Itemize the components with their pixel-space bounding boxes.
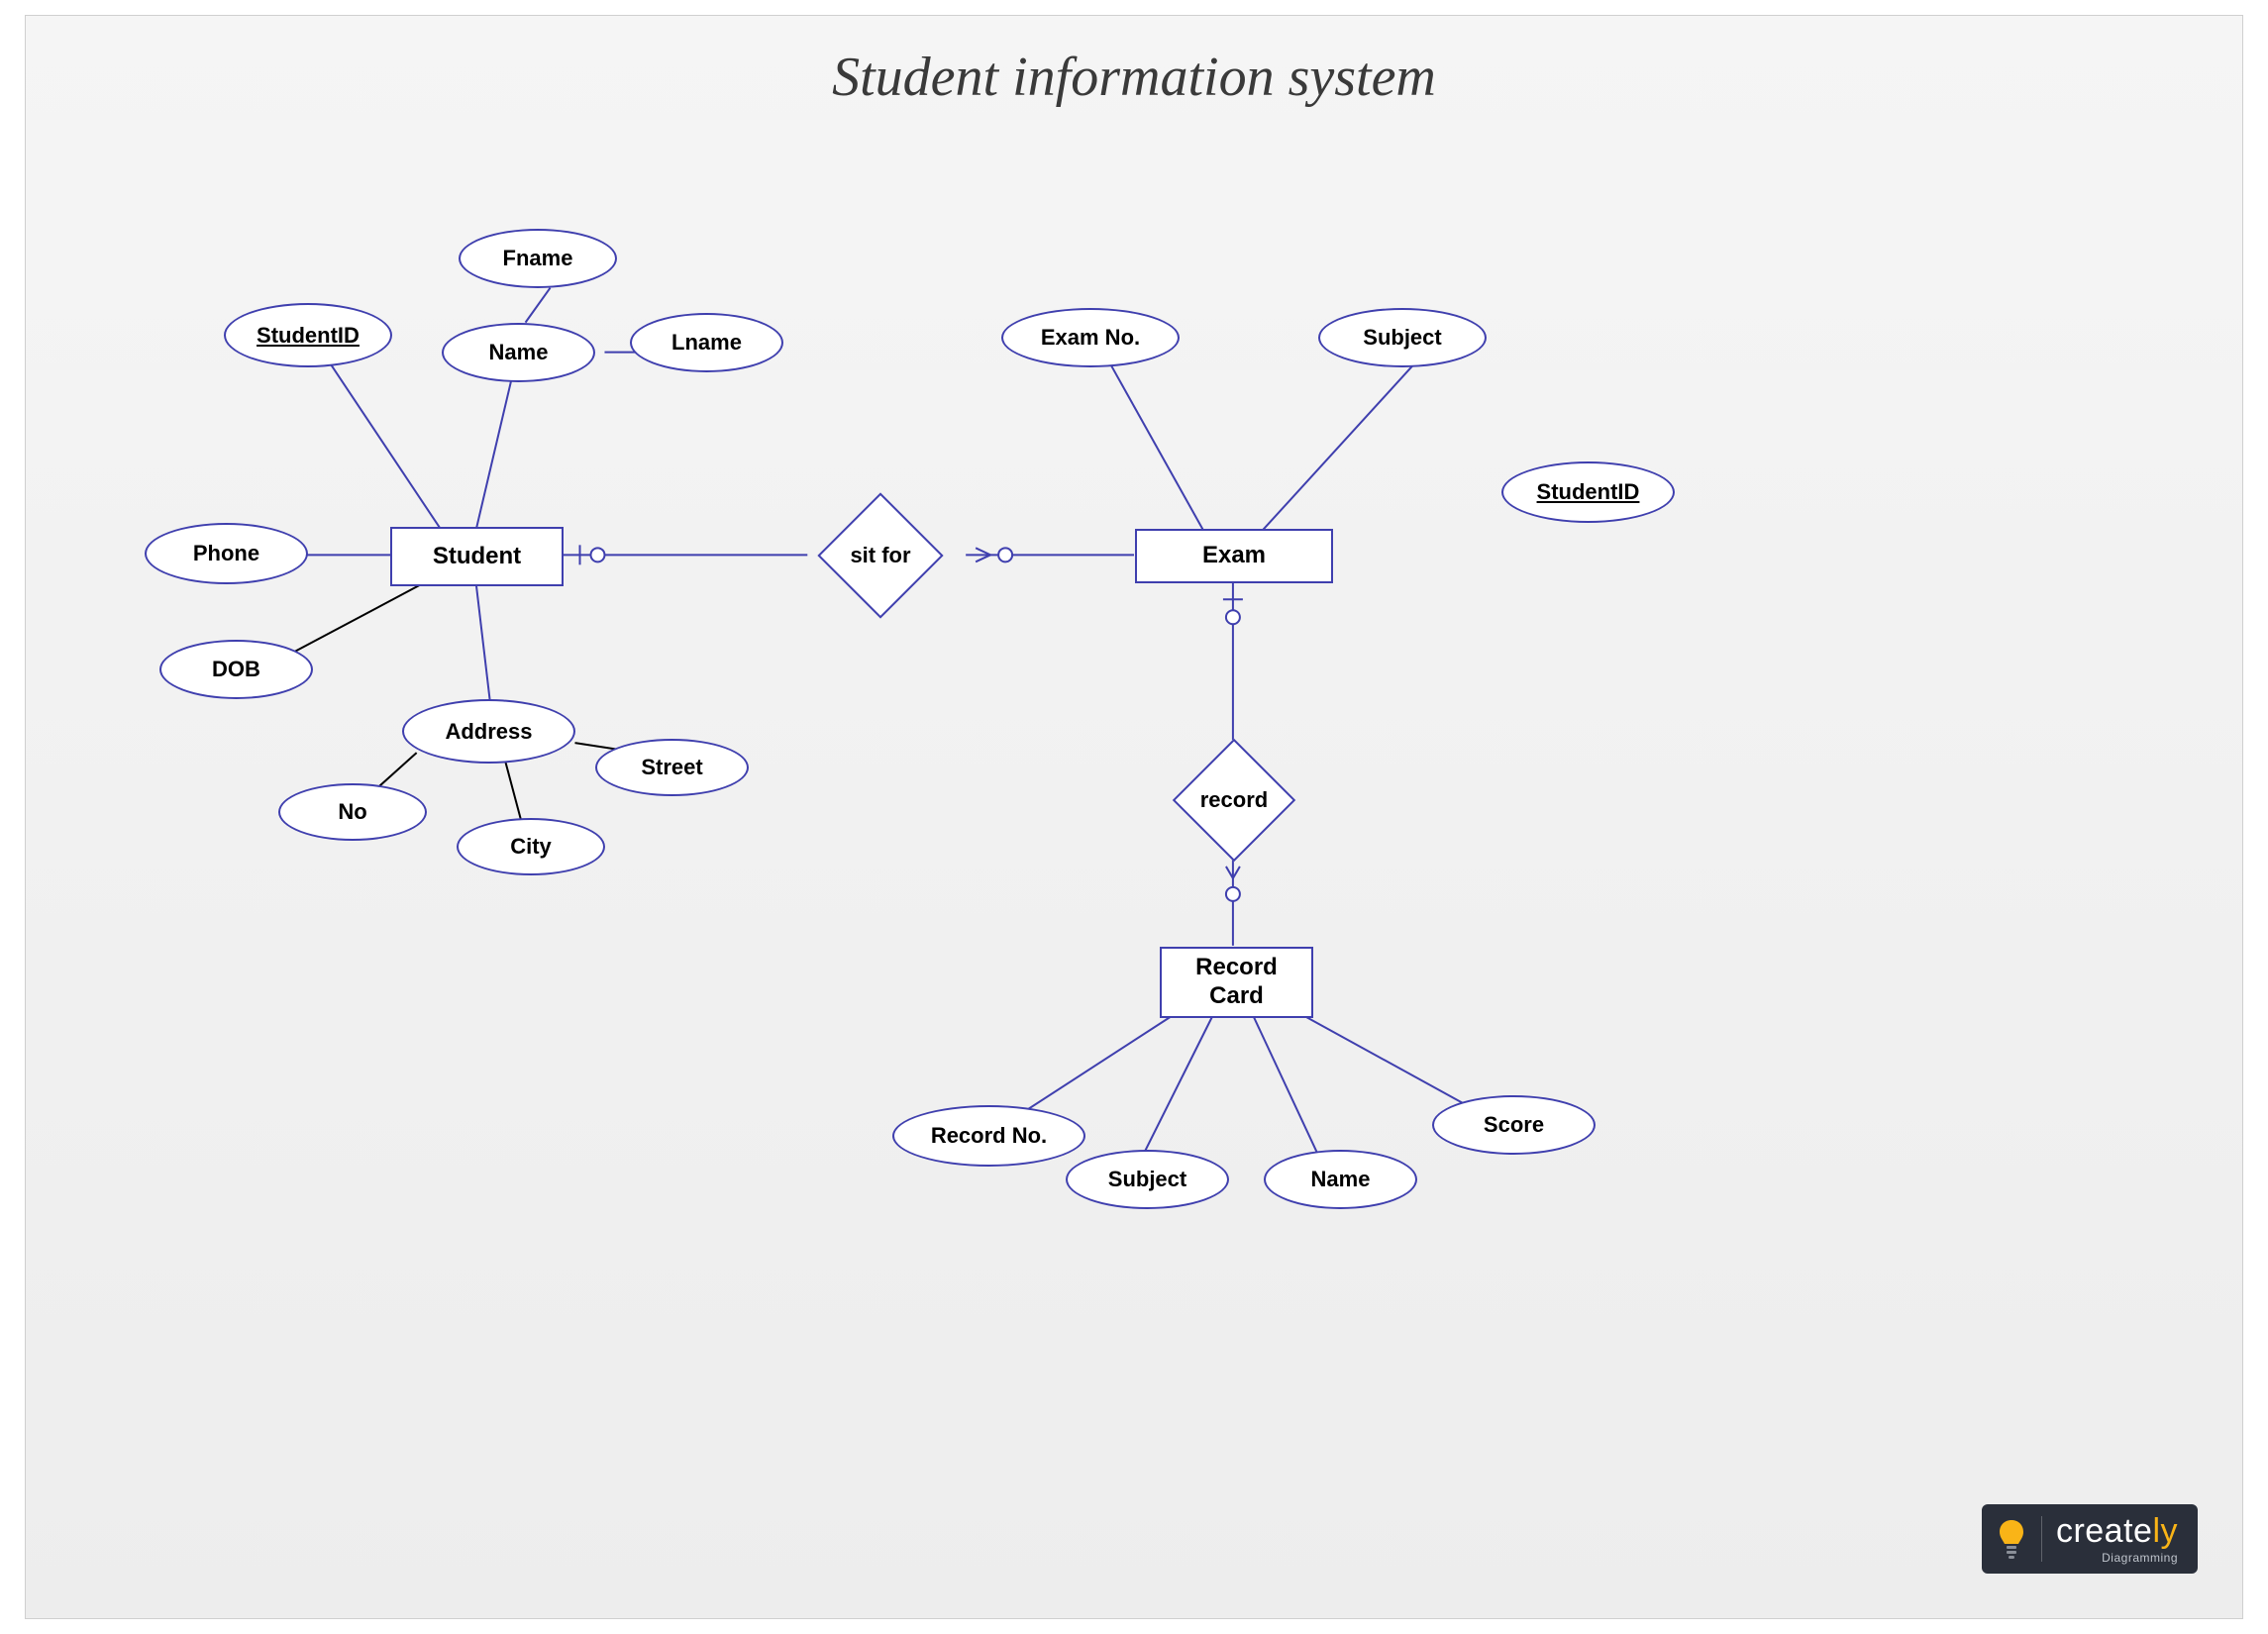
attribute-address: Address [402,699,575,764]
diagram-canvas: Student information system [25,15,2243,1619]
attribute-subject-rc: Subject [1066,1150,1229,1209]
relationship-sit-for-label: sit for [838,513,923,598]
lightbulb-icon [1996,1518,2027,1560]
brand-tagline: Diagramming [2056,1552,2178,1564]
attribute-name: Name [442,323,595,382]
brand-name-b: ly [2152,1512,2178,1550]
entity-student: Student [390,527,564,586]
entity-exam: Exam [1135,529,1333,583]
entity-record-card: Record Card [1160,947,1313,1018]
relationship-record: record [1173,739,1295,862]
attribute-exam-no: Exam No. [1001,308,1180,367]
attribute-lname: Lname [630,313,783,372]
brand-text: creately Diagramming [2056,1514,2178,1564]
attribute-student-id: StudentID [224,303,392,367]
diagram-title: Student information system [26,46,2242,109]
attribute-phone: Phone [145,523,308,584]
attribute-street: Street [595,739,749,796]
relationship-sit-for: sit for [817,492,943,618]
attribute-record-no: Record No. [892,1105,1085,1167]
attribute-fname: Fname [459,229,617,288]
attribute-name-rc: Name [1264,1150,1417,1209]
attribute-dob: DOB [159,640,313,699]
attribute-student-id-exam: StudentID [1501,461,1675,523]
brand-separator [2041,1516,2042,1562]
attribute-subject-exam: Subject [1318,308,1487,367]
brand-name-a: create [2056,1512,2153,1550]
attribute-city: City [457,818,605,875]
attribute-score: Score [1432,1095,1596,1155]
attribute-no: No [278,783,427,841]
brand-watermark: creately Diagramming [1982,1504,2198,1574]
relationship-record-label: record [1192,759,1276,842]
